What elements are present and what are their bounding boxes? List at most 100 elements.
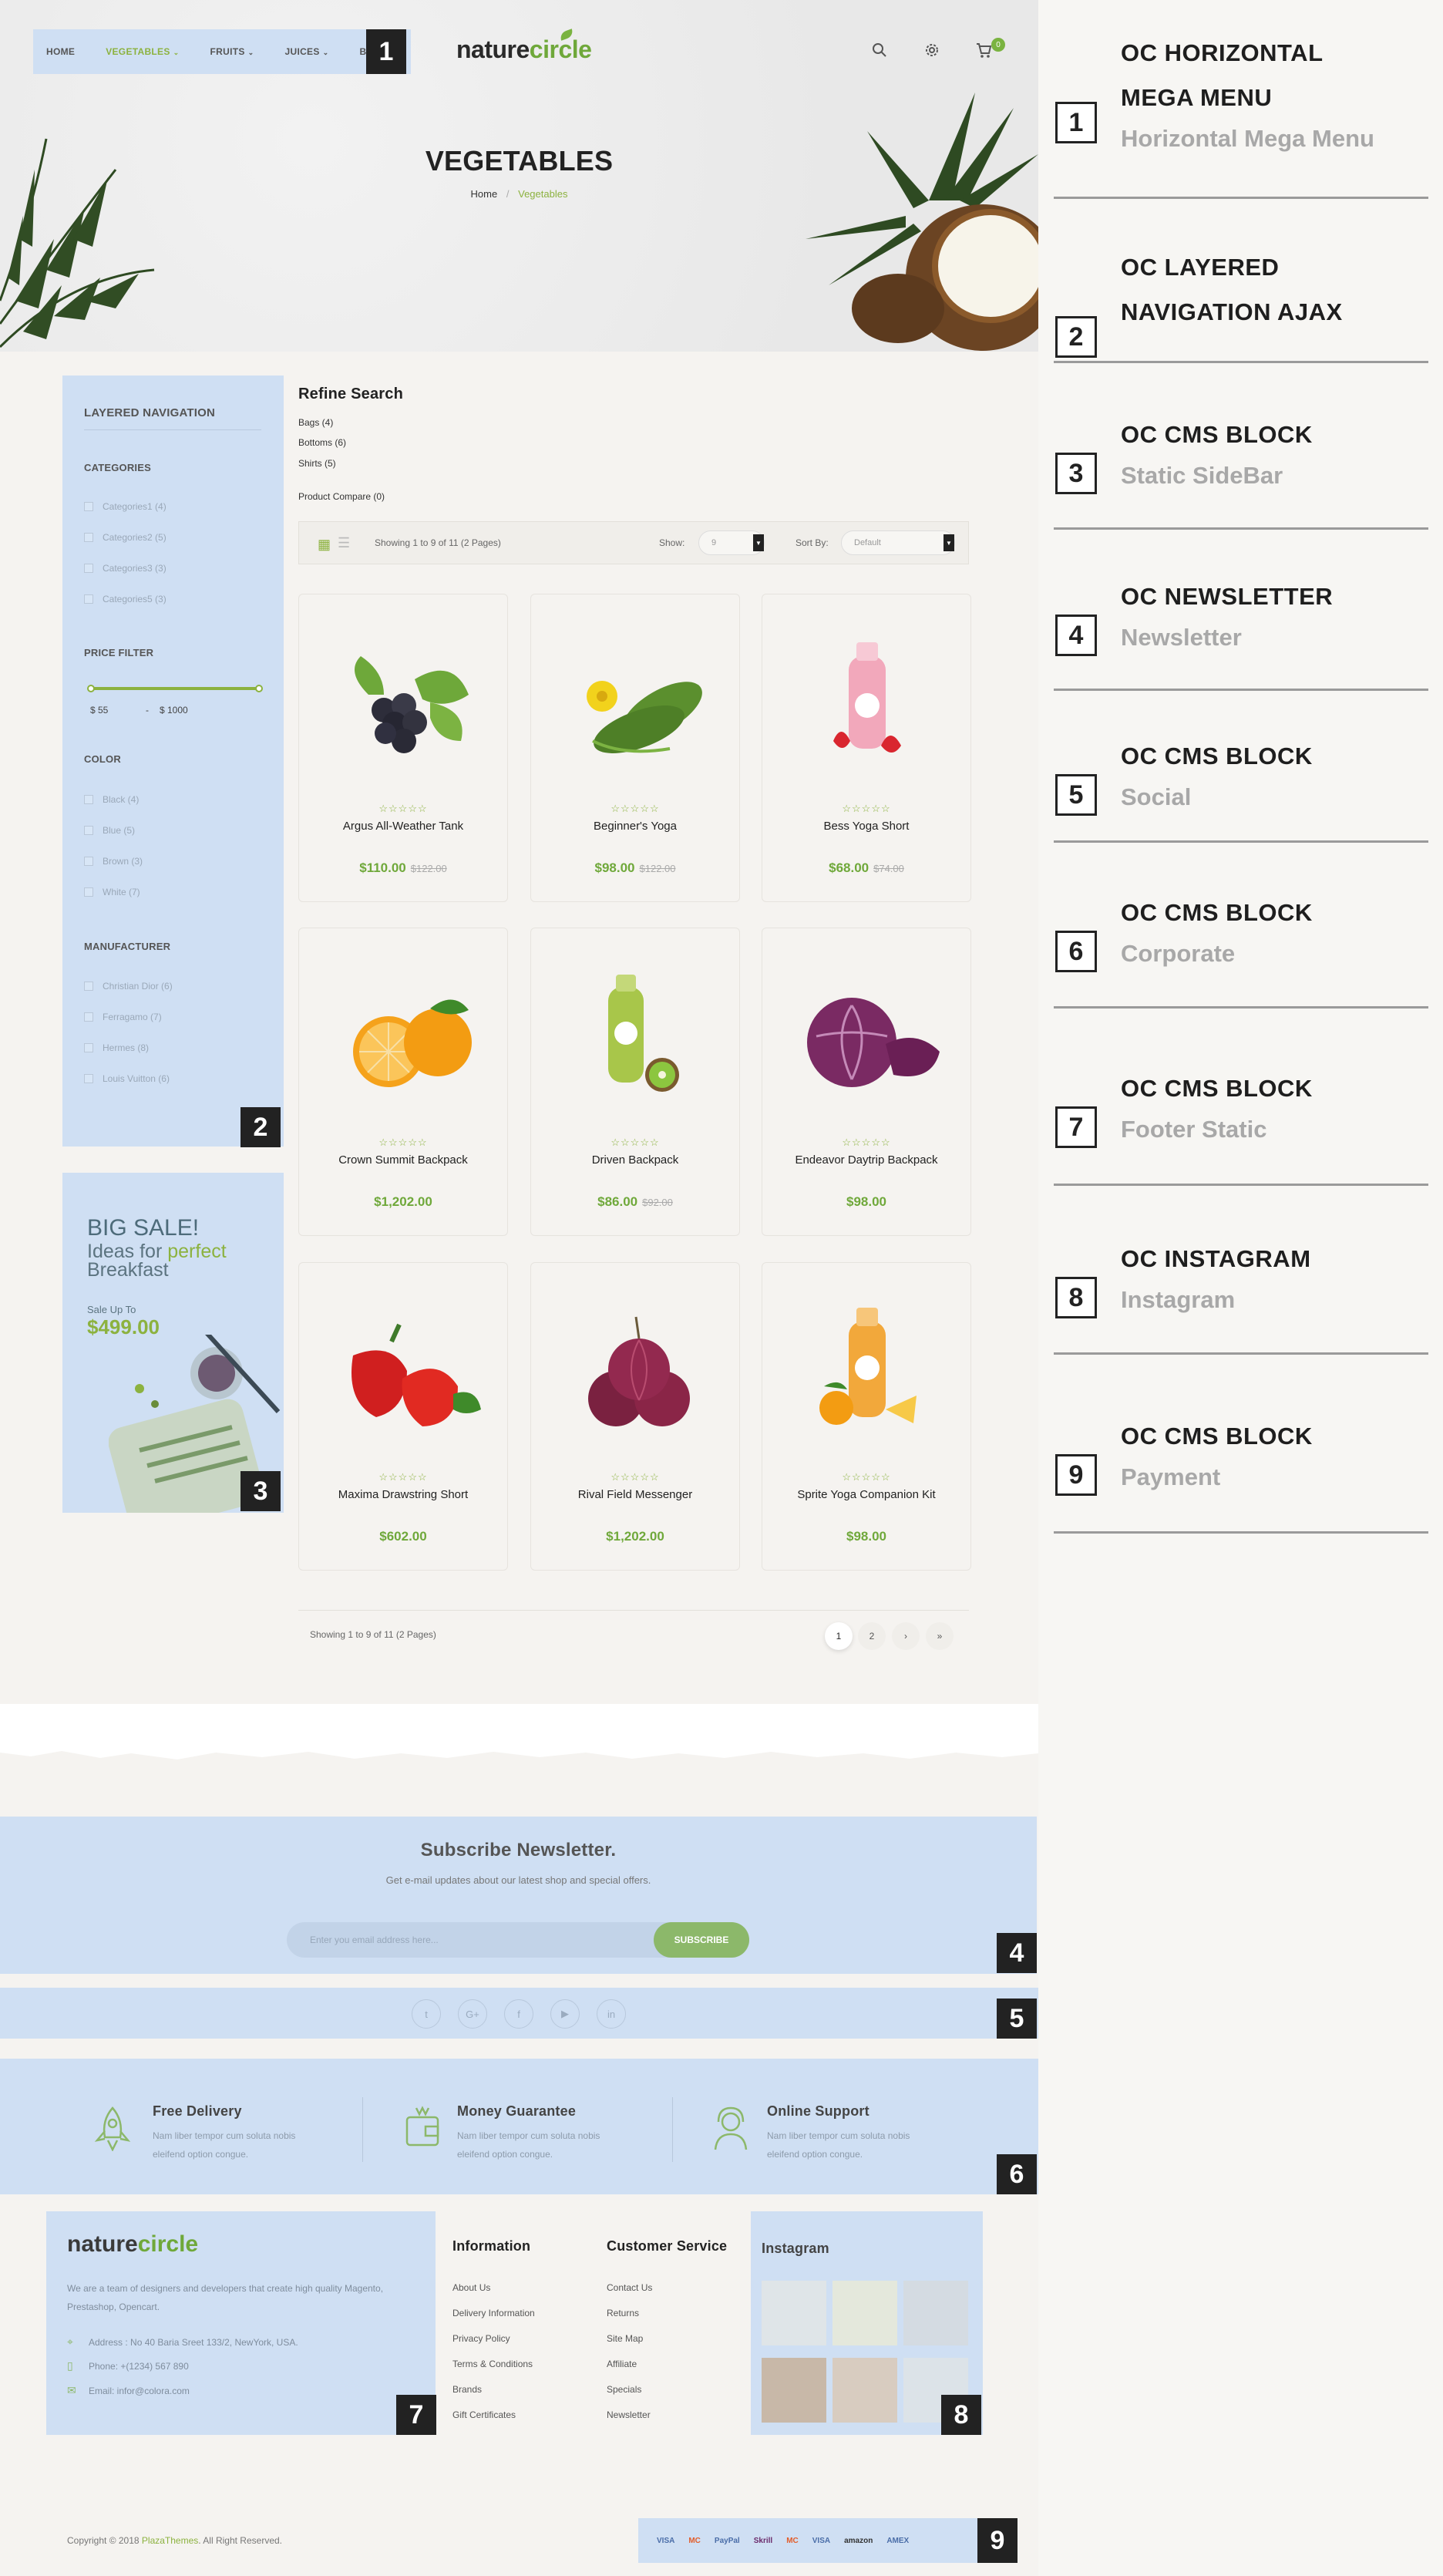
footer-link[interactable]: About Us bbox=[452, 2282, 535, 2308]
footer-link[interactable]: Brands bbox=[452, 2384, 535, 2409]
filter-option[interactable]: White (7) bbox=[84, 877, 143, 907]
product-image-orange-juice[interactable] bbox=[785, 1294, 949, 1448]
product-card[interactable]: ☆☆☆☆☆ Argus All-Weather Tank $110.00 $122.0… bbox=[298, 594, 508, 902]
filter-option[interactable]: Categories3 (3) bbox=[84, 553, 166, 584]
checkbox[interactable] bbox=[84, 533, 93, 542]
filter-option[interactable]: Categories1 (4) bbox=[84, 491, 166, 522]
product-card[interactable]: ☆☆☆☆☆ Bess Yoga Short $68.00 $74.00 bbox=[762, 594, 971, 902]
product-name[interactable]: Crown Summit Backpack bbox=[299, 1153, 507, 1167]
product-name[interactable]: Beginner's Yoga bbox=[531, 820, 739, 833]
checkbox[interactable] bbox=[84, 982, 93, 991]
checkbox[interactable] bbox=[84, 1012, 93, 1022]
google-plus-icon[interactable]: G+ bbox=[458, 1999, 487, 2029]
subscribe-button[interactable]: SUBSCRIBE bbox=[654, 1922, 749, 1958]
price-slider-max-handle[interactable] bbox=[255, 685, 263, 692]
product-card[interactable]: ☆☆☆☆☆ Endeavor Daytrip Backpack $98.00 bbox=[762, 928, 971, 1236]
instagram-photo[interactable] bbox=[832, 2358, 897, 2423]
nav-item-home[interactable]: HOME bbox=[46, 46, 75, 57]
nav-item-juices[interactable]: JUICES ⌄ bbox=[285, 46, 329, 57]
checkbox[interactable] bbox=[84, 1074, 93, 1083]
product-name[interactable]: Endeavor Daytrip Backpack bbox=[762, 1153, 970, 1167]
checkbox[interactable] bbox=[84, 795, 93, 804]
filter-option[interactable]: Categories5 (3) bbox=[84, 584, 166, 615]
instagram-photo[interactable] bbox=[762, 2358, 826, 2423]
filter-option[interactable]: Hermes (8) bbox=[84, 1032, 173, 1063]
instagram-photo[interactable] bbox=[903, 2281, 968, 2345]
refine-link-bags[interactable]: Bags (4) bbox=[298, 417, 333, 428]
breadcrumb-home[interactable]: Home bbox=[471, 188, 498, 200]
product-compare-link[interactable]: Product Compare (0) bbox=[298, 491, 385, 502]
product-image-red-cabbage[interactable] bbox=[785, 959, 949, 1113]
gear-icon[interactable] bbox=[922, 40, 942, 60]
checkbox[interactable] bbox=[84, 887, 93, 897]
product-name[interactable]: Bess Yoga Short bbox=[762, 820, 970, 833]
twitter-icon[interactable]: t bbox=[412, 1999, 441, 2029]
price-slider-track[interactable] bbox=[90, 687, 260, 690]
footer-link[interactable]: Returns bbox=[607, 2308, 652, 2333]
sort-select[interactable]: Default ▼ bbox=[841, 530, 955, 555]
product-card[interactable]: ☆☆☆☆☆ Sprite Yoga Companion Kit $98.00 bbox=[762, 1262, 971, 1571]
footer-link[interactable]: Gift Certificates bbox=[452, 2409, 535, 2435]
search-icon[interactable] bbox=[870, 40, 890, 60]
product-name[interactable]: Rival Field Messenger bbox=[531, 1488, 739, 1501]
footer-link[interactable]: Site Map bbox=[607, 2333, 652, 2359]
footer-logo[interactable]: naturecircle bbox=[67, 2231, 198, 2258]
product-name[interactable]: Sprite Yoga Companion Kit bbox=[762, 1488, 970, 1501]
product-card[interactable]: ☆☆☆☆☆ Rival Field Messenger $1,202.00 bbox=[530, 1262, 740, 1571]
filter-option[interactable]: Black (4) bbox=[84, 784, 143, 815]
page-2-button[interactable]: 2 bbox=[858, 1622, 886, 1650]
footer-link[interactable]: Affiliate bbox=[607, 2359, 652, 2384]
refine-link-bottoms[interactable]: Bottoms (6) bbox=[298, 437, 346, 448]
breadcrumb-current[interactable]: Vegetables bbox=[518, 188, 567, 200]
youtube-icon[interactable]: ▶ bbox=[550, 1999, 580, 2029]
plazathemes-link[interactable]: PlazaThemes bbox=[142, 2535, 198, 2546]
checkbox[interactable] bbox=[84, 826, 93, 835]
footer-link[interactable]: Newsletter bbox=[607, 2409, 652, 2435]
product-name[interactable]: Argus All-Weather Tank bbox=[299, 820, 507, 833]
product-image-red-peppers[interactable] bbox=[322, 1294, 486, 1448]
page-1-button[interactable]: 1 bbox=[825, 1622, 853, 1650]
product-image-strawberry-juice[interactable] bbox=[785, 625, 949, 780]
footer-link[interactable]: Terms & Conditions bbox=[452, 2359, 535, 2384]
checkbox[interactable] bbox=[84, 594, 93, 604]
instagram-photo[interactable] bbox=[762, 2281, 826, 2345]
footer-link[interactable]: Specials bbox=[607, 2384, 652, 2409]
checkbox[interactable] bbox=[84, 564, 93, 573]
product-image-oranges[interactable] bbox=[322, 959, 486, 1113]
filter-option[interactable]: Categories2 (5) bbox=[84, 522, 166, 553]
product-card[interactable]: ☆☆☆☆☆ Beginner's Yoga $98.00 $122.00 bbox=[530, 594, 740, 902]
filter-option[interactable]: Christian Dior (6) bbox=[84, 971, 173, 1002]
footer-link[interactable]: Contact Us bbox=[607, 2282, 652, 2308]
last-page-button[interactable]: » bbox=[926, 1622, 954, 1650]
sidebar-sale-banner[interactable]: BIG SALE! Ideas for perfect Breakfast Sa… bbox=[62, 1173, 284, 1513]
linkedin-icon[interactable]: in bbox=[597, 1999, 626, 2029]
checkbox[interactable] bbox=[84, 1043, 93, 1052]
facebook-icon[interactable]: f bbox=[504, 1999, 533, 2029]
product-name[interactable]: Driven Backpack bbox=[531, 1153, 739, 1167]
product-name[interactable]: Maxima Drawstring Short bbox=[299, 1488, 507, 1501]
footer-link[interactable]: Privacy Policy bbox=[452, 2333, 535, 2359]
product-card[interactable]: ☆☆☆☆☆ Maxima Drawstring Short $602.00 bbox=[298, 1262, 508, 1571]
filter-option[interactable]: Brown (3) bbox=[84, 846, 143, 877]
nav-item-vegetables[interactable]: VEGETABLES ⌄ bbox=[106, 46, 179, 57]
nav-item-fruits[interactable]: FRUITS ⌄ bbox=[210, 46, 254, 57]
product-card[interactable]: ☆☆☆☆☆ Driven Backpack $86.00 $92.00 bbox=[530, 928, 740, 1236]
show-select[interactable]: 9 ▼ bbox=[698, 530, 765, 555]
next-page-button[interactable]: › bbox=[892, 1622, 920, 1650]
product-image-red-onions[interactable] bbox=[554, 1294, 718, 1448]
checkbox[interactable] bbox=[84, 502, 93, 511]
filter-option[interactable]: Louis Vuitton (6) bbox=[84, 1063, 173, 1094]
instagram-photo[interactable] bbox=[832, 2281, 897, 2345]
refine-link-shirts[interactable]: Shirts (5) bbox=[298, 458, 336, 469]
filter-option[interactable]: Blue (5) bbox=[84, 815, 143, 846]
product-image-grapes[interactable] bbox=[322, 625, 486, 780]
site-logo[interactable]: naturecircle bbox=[456, 29, 592, 64]
product-image-cucumber[interactable] bbox=[554, 625, 718, 780]
product-card[interactable]: ☆☆☆☆☆ Crown Summit Backpack $1,202.00 bbox=[298, 928, 508, 1236]
product-image-kiwi-juice[interactable] bbox=[554, 959, 718, 1113]
checkbox[interactable] bbox=[84, 857, 93, 866]
grid-view-icon[interactable]: ▦ bbox=[318, 537, 331, 553]
price-slider-min-handle[interactable] bbox=[87, 685, 95, 692]
list-view-icon[interactable]: ☰ bbox=[338, 535, 350, 551]
footer-link[interactable]: Delivery Information bbox=[452, 2308, 535, 2333]
